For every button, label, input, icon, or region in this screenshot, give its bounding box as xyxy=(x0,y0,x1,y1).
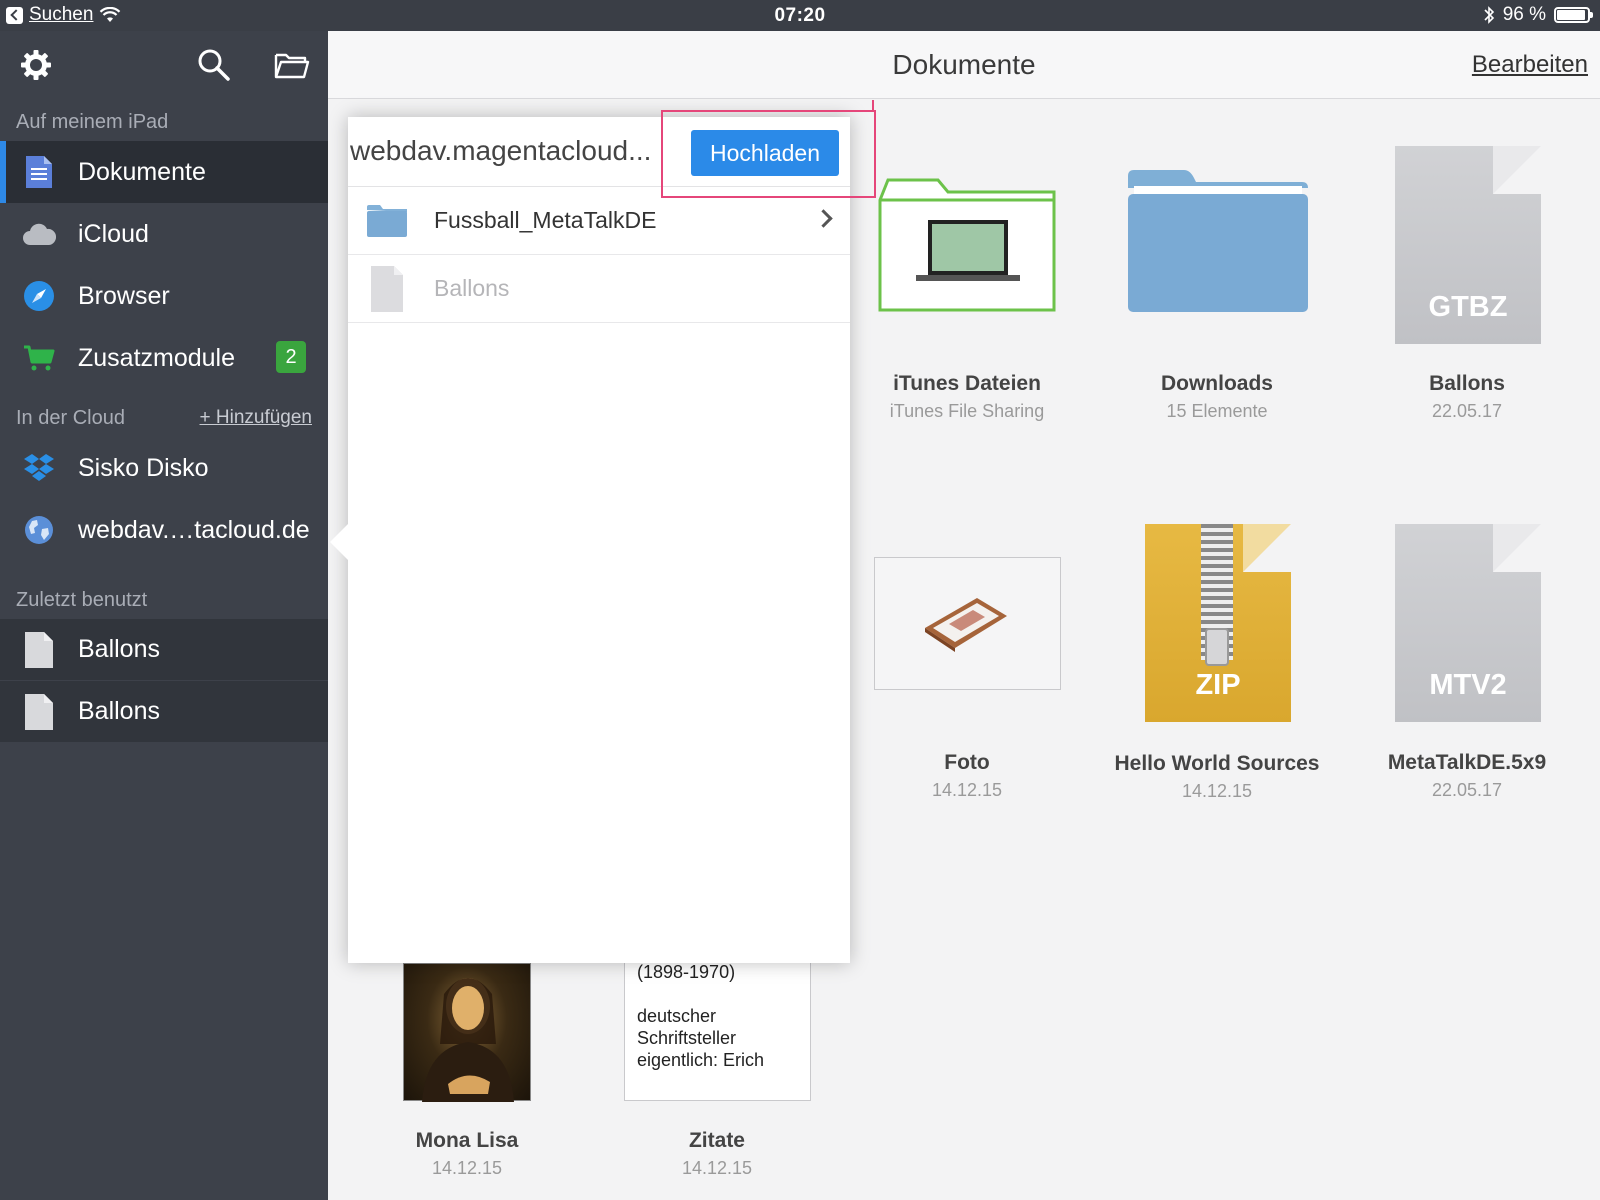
file-icon xyxy=(22,693,56,730)
recent-item-ballons-2[interactable]: Ballons xyxy=(0,681,328,743)
globe-icon xyxy=(22,513,56,547)
recent-item-label: Ballons xyxy=(78,635,160,663)
tile-subtitle: 14.12.15 xyxy=(1181,781,1253,801)
preview-line: (1898-1970) xyxy=(637,962,736,982)
section-cloud-header: In der Cloud + Hinzufügen xyxy=(0,397,328,437)
cart-icon xyxy=(22,341,56,375)
file-icon xyxy=(371,265,403,312)
clock: 07:20 xyxy=(774,5,826,26)
chevron-right-icon xyxy=(814,209,833,228)
file-extension: MTV2 xyxy=(1429,669,1507,701)
search-icon[interactable] xyxy=(196,47,232,83)
sidebar-item-sisko-disko[interactable]: Sisko Disko xyxy=(0,437,328,499)
tile-name: Mona Lisa xyxy=(415,1129,519,1152)
tile-name: Ballons xyxy=(1429,372,1505,395)
tile-name: iTunes Dateien xyxy=(893,372,1041,395)
upload-popover: webdav.magentacloud... Hochladen Fussbal… xyxy=(348,117,850,963)
gear-icon[interactable] xyxy=(18,47,54,83)
tile-subtitle: iTunes File Sharing xyxy=(889,401,1045,421)
sidebar-item-label: Zusatzmodule xyxy=(78,343,236,372)
photo-frame-icon xyxy=(925,598,1007,652)
battery-icon xyxy=(1554,7,1593,23)
file-extension: ZIP xyxy=(1195,669,1241,701)
section-ipad-header: Auf meinem iPad xyxy=(16,111,169,133)
preview-line: deutscher xyxy=(637,1006,717,1026)
section-cloud-title: In der Cloud xyxy=(16,407,125,429)
tile-name: Foto xyxy=(944,751,990,774)
section-recent-header: Zuletzt benutzt xyxy=(16,589,148,611)
bluetooth-icon xyxy=(1484,6,1494,24)
tile-subtitle: 15 Elemente xyxy=(1166,401,1268,421)
tile-name: Hello World Sources xyxy=(1114,752,1320,775)
edit-button[interactable]: Bearbeiten xyxy=(1472,51,1588,79)
tile-subtitle: 14.12.15 xyxy=(931,780,1003,800)
popover-row-ballons: Ballons xyxy=(348,255,850,323)
popover-title: webdav.magentacloud... xyxy=(350,135,652,166)
recent-item-label: Ballons xyxy=(78,697,160,725)
sidebar-item-label: Dokumente xyxy=(78,157,206,186)
main-header: Dokumente Bearbeiten xyxy=(328,31,1600,99)
sidebar-item-browser[interactable]: Browser xyxy=(0,265,328,327)
sidebar-item-icloud[interactable]: iCloud xyxy=(0,203,328,265)
mona-lisa-thumbnail xyxy=(403,963,531,1102)
file-extension: GTBZ xyxy=(1428,291,1508,323)
preview-line: Schriftsteller xyxy=(637,1028,737,1048)
popover-row-label: Fussball_MetaTalkDE xyxy=(434,207,657,233)
popover-row-fussball[interactable]: Fussball_MetaTalkDE xyxy=(348,187,850,255)
zitate-preview: (1898-1970) deutscher Schriftsteller eig… xyxy=(624,962,811,1101)
document-icon xyxy=(22,155,56,189)
sidebar-item-webdav[interactable]: webdav.…tacloud.de xyxy=(0,499,328,561)
battery-percent: 96 % xyxy=(1502,4,1546,25)
add-cloud-button[interactable]: + Hinzufügen xyxy=(200,407,313,429)
recent-item-ballons-1[interactable]: Ballons xyxy=(0,619,328,681)
dropbox-icon xyxy=(22,451,56,485)
sidebar-item-label: Sisko Disko xyxy=(78,453,209,482)
highlight-annotation-tick xyxy=(872,100,874,112)
folder-icon xyxy=(367,204,407,237)
popover-row-label: Ballons xyxy=(434,275,510,301)
upload-button[interactable]: Hochladen xyxy=(691,130,839,176)
gtbz-file-icon: GTBZ xyxy=(1395,146,1541,344)
photo-thumbnail xyxy=(874,557,1061,690)
popover-header: webdav.magentacloud... Hochladen xyxy=(348,117,850,187)
tile-name: Zitate xyxy=(688,1129,745,1152)
folder-icon xyxy=(1128,170,1308,312)
mtv2-file-icon: MTV2 xyxy=(1395,524,1541,722)
sidebar-toolbar xyxy=(0,31,328,101)
preview-line: eigentlich: Erich xyxy=(637,1050,765,1070)
file-icon xyxy=(22,631,56,668)
folder-open-icon[interactable] xyxy=(274,47,310,83)
tile-name: Downloads xyxy=(1160,372,1273,395)
shared-folder-icon xyxy=(878,178,1056,312)
tile-subtitle: 14.12.15 xyxy=(681,1158,753,1178)
sidebar-item-zusatzmodule[interactable]: Zusatzmodule 2 xyxy=(0,327,328,389)
sidebar-item-label: iCloud xyxy=(78,219,149,248)
cloud-icon xyxy=(22,217,56,251)
compass-icon xyxy=(22,279,56,313)
status-bar: Suchen 07:20 96 % xyxy=(0,0,1600,31)
sidebar: Auf meinem iPad Dokumente iCloud Browser… xyxy=(0,31,328,1200)
popover-arrow xyxy=(330,524,348,560)
tile-name: MetaTalkDE.5x9 xyxy=(1387,751,1547,774)
tile-subtitle: 22.05.17 xyxy=(1431,780,1503,800)
sidebar-item-label: webdav.…tacloud.de xyxy=(78,515,310,544)
zip-file-icon: ZIP xyxy=(1145,524,1291,722)
tile-subtitle: 22.05.17 xyxy=(1431,401,1503,421)
update-count-badge: 2 xyxy=(276,341,306,373)
sidebar-item-label: Browser xyxy=(78,281,170,310)
tile-subtitle: 14.12.15 xyxy=(431,1158,503,1178)
sidebar-item-dokumente[interactable]: Dokumente xyxy=(0,141,328,203)
page-title: Dokumente xyxy=(892,49,1036,80)
